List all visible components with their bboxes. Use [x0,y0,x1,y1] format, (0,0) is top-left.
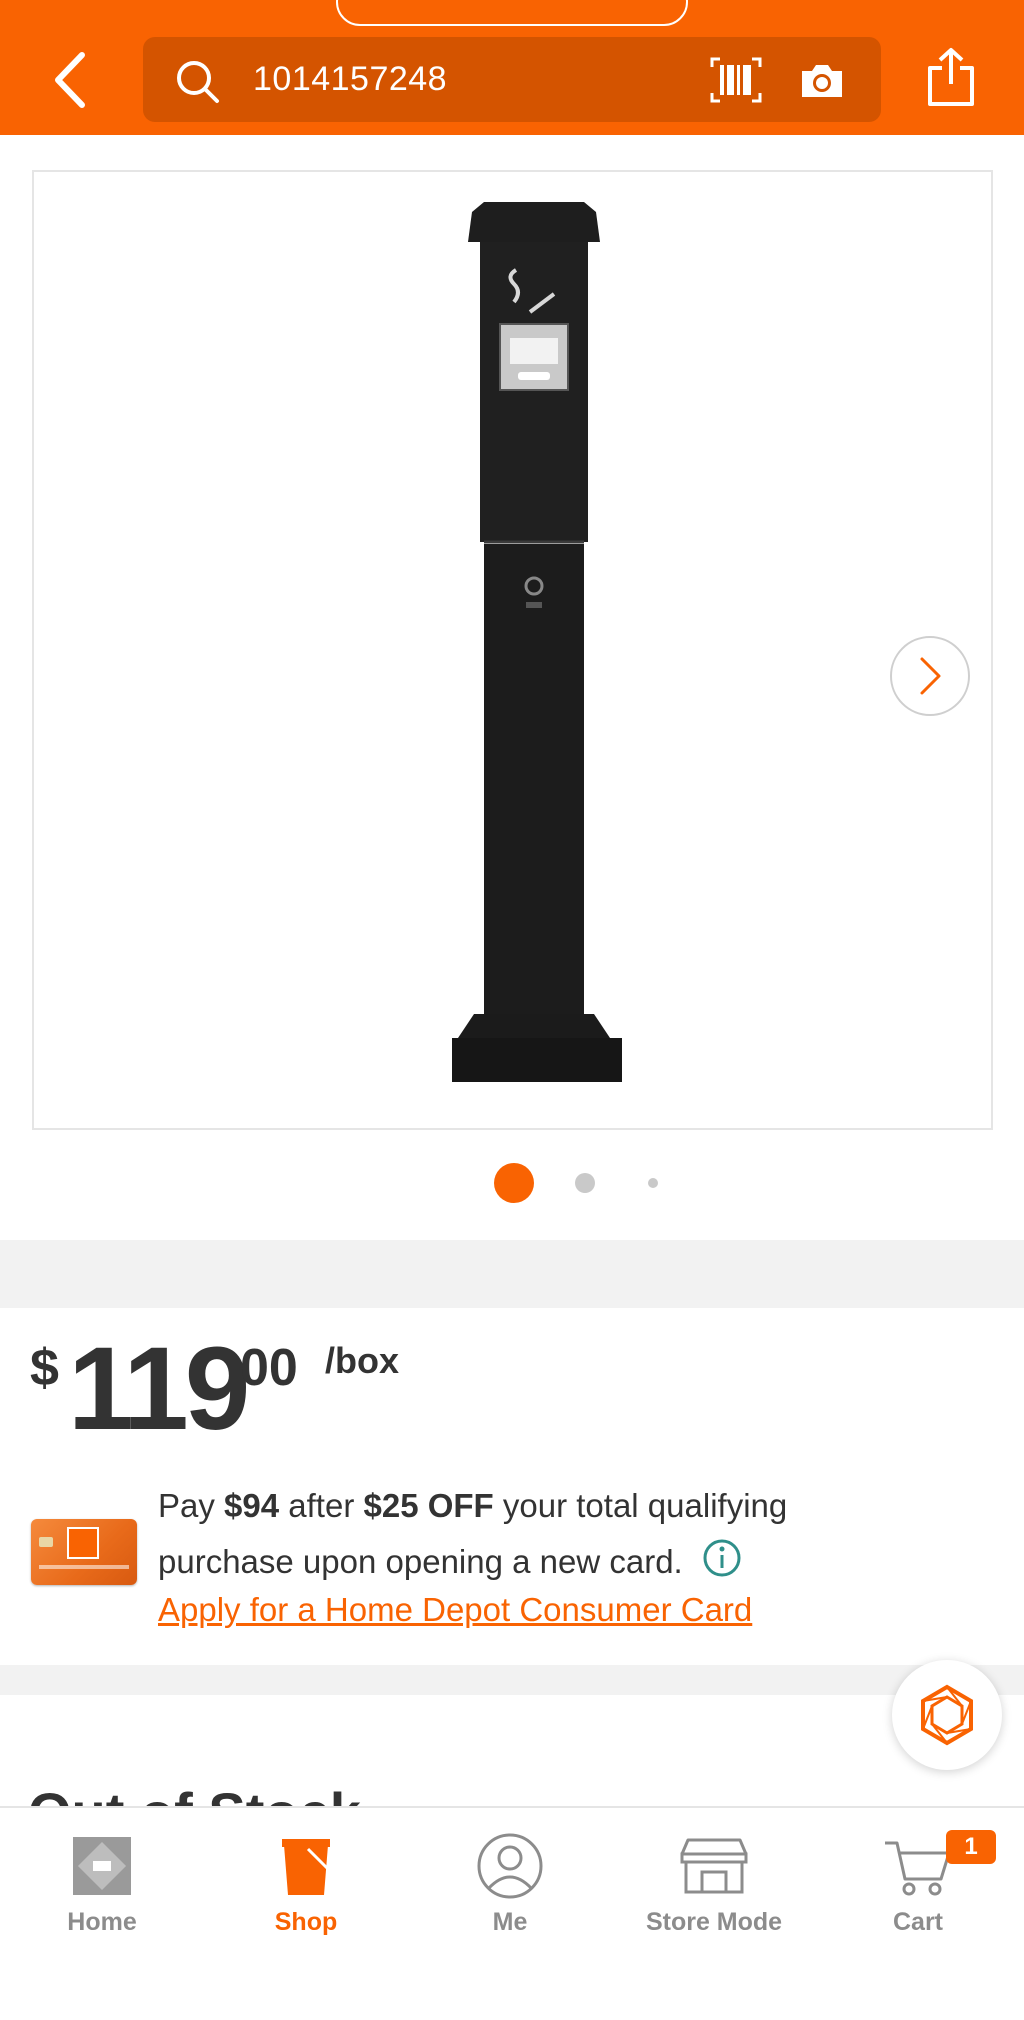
tab-me-label: Me [492,1908,528,1936]
section-divider [0,1665,1024,1695]
home-depot-logo-icon [67,1527,99,1559]
search-input[interactable]: 1014157248 [143,37,881,122]
gallery-dot[interactable] [575,1173,595,1193]
hexagon-assistant-icon [921,1684,973,1746]
search-icon [177,61,219,103]
product-image[interactable] [414,202,654,1082]
tab-cart[interactable]: 1 Cart [816,1822,1020,1942]
tab-shop[interactable]: Shop [204,1822,408,1942]
promo-rest-line1: your total qualifying [502,1487,788,1524]
share-icon[interactable] [926,46,976,108]
card-number-stripe [39,1565,129,1569]
cart-count-badge: 1 [946,1830,996,1864]
top-pill-button[interactable] [336,0,688,26]
promo-rest-line2: purchase upon opening a new card. [158,1543,683,1580]
tab-cart-label: Cart [892,1908,943,1936]
promo-after-label: after [288,1487,355,1524]
promo-discount: $25 OFF [363,1487,494,1524]
gallery-dot-active[interactable] [494,1163,534,1203]
section-divider [0,1240,1024,1308]
camera-icon[interactable] [798,59,846,101]
credit-card-image [31,1519,137,1585]
promo-pay-label: Pay [158,1487,215,1524]
next-image-button[interactable] [890,636,970,716]
person-icon [470,1830,550,1902]
promo-pay-amount: $94 [224,1487,280,1524]
tab-home-label: Home [67,1908,137,1936]
price-cents: 00 [240,1339,298,1397]
back-button[interactable] [40,45,100,115]
card-chip [39,1537,53,1547]
stock-status-heading: Out of Stock [28,1781,361,1807]
apply-card-link[interactable]: Apply for a Home Depot Consumer Card [158,1588,752,1632]
back-arrow-icon [55,52,85,108]
barcode-scan-icon[interactable] [710,57,762,103]
price-unit: /box [325,1340,400,1381]
tab-store-mode[interactable]: Store Mode [612,1822,816,1942]
promo-message: Pay $94 after $25 OFF your total qualify… [158,1478,998,1590]
tab-shop-label: Shop [274,1908,338,1936]
store-icon [674,1830,754,1902]
chat-assistant-button[interactable] [892,1660,1002,1770]
home-depot-logo-icon [62,1830,142,1902]
tab-me[interactable]: Me [408,1822,612,1942]
chevron-right-icon [920,657,941,695]
gallery-dot[interactable] [648,1178,658,1188]
info-icon[interactable] [702,1538,742,1578]
search-query-text: 1014157248 [253,60,448,98]
product-image-gallery[interactable] [32,170,993,1130]
price-dollars: 119 [68,1323,250,1455]
bottom-tab-bar: Home Shop Me Store Mode 1 Cart [0,1806,1024,2020]
tab-store-mode-label: Store Mode [645,1908,783,1936]
price-currency: $ [30,1339,59,1397]
shop-bucket-icon [266,1830,346,1902]
tab-home[interactable]: Home [0,1822,204,1942]
header-bar: 1014157248 [0,0,1024,135]
